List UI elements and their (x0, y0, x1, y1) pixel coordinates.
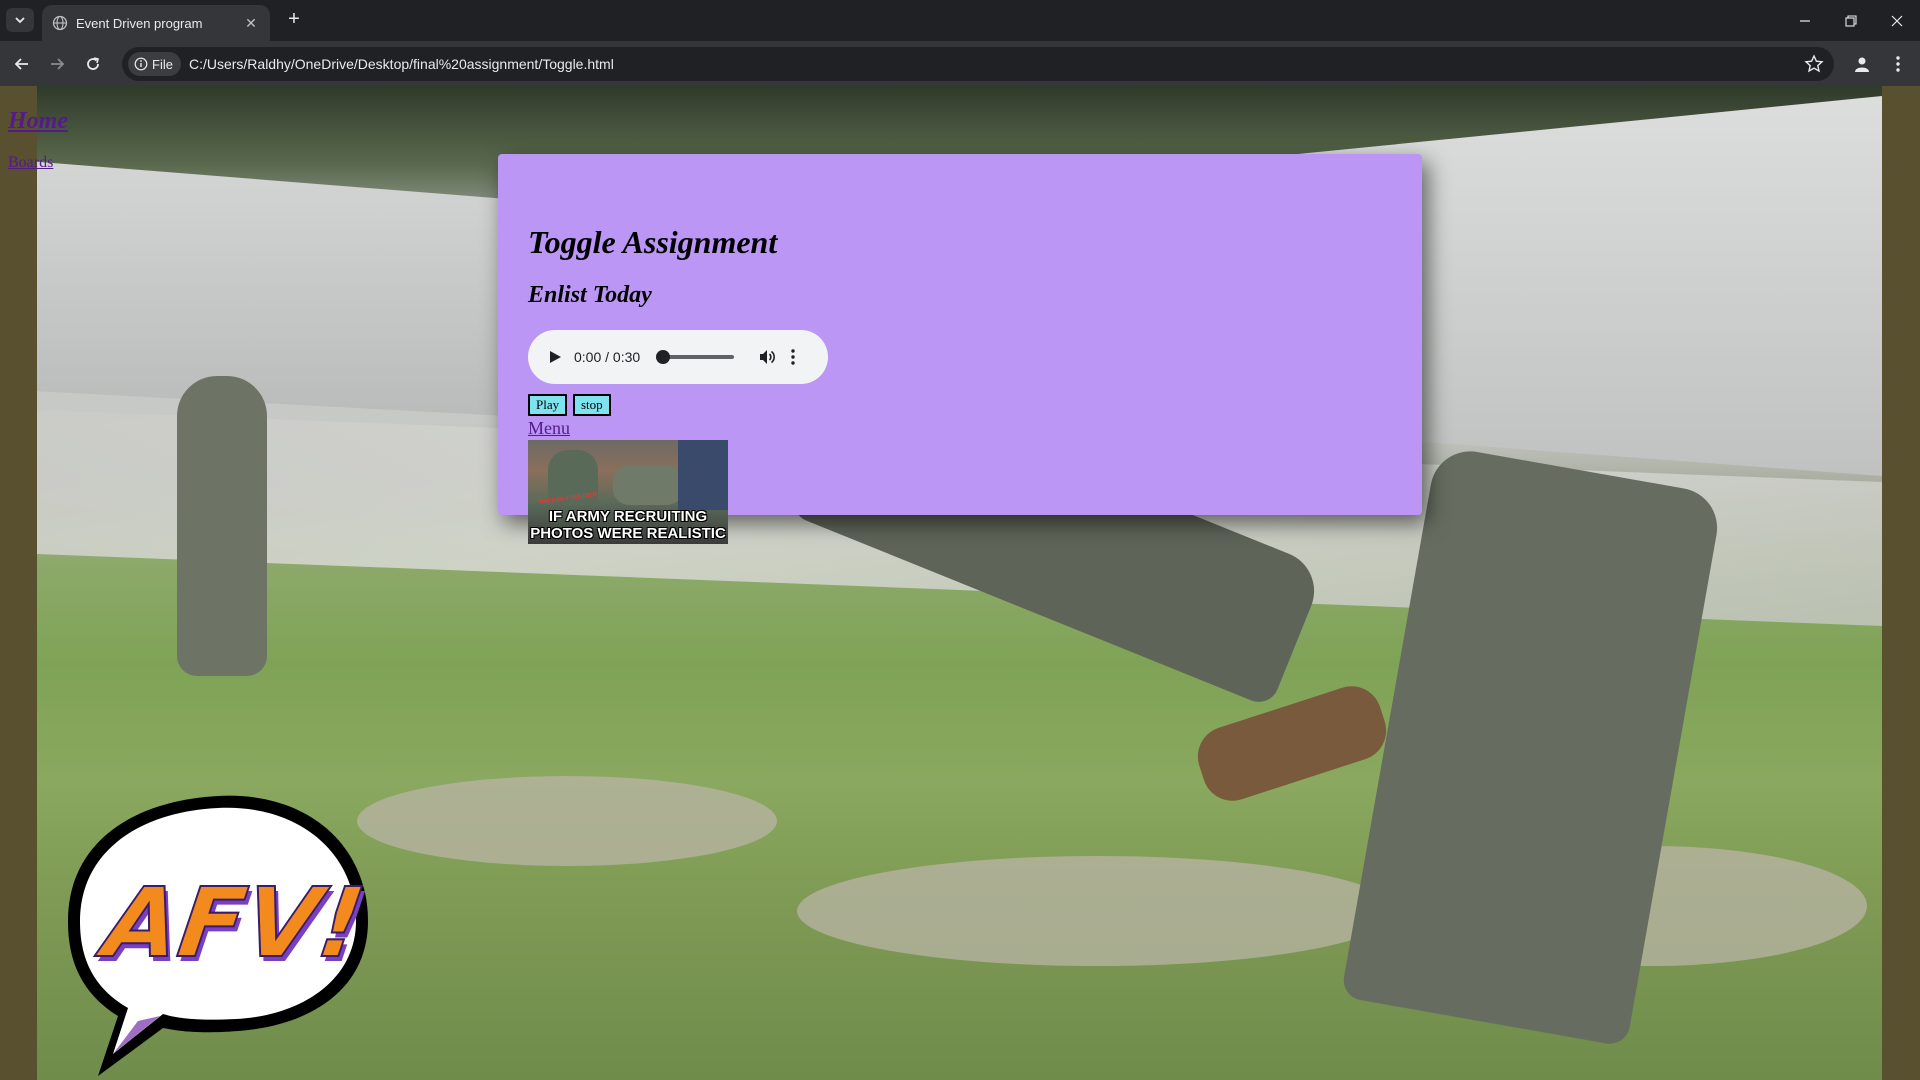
svg-text:AFV!: AFV! (91, 866, 372, 978)
meme-caption: IF ARMY RECRUITING PHOTOS WERE REALISTIC (530, 508, 726, 542)
close-icon (1891, 15, 1903, 26)
arrow-left-icon (14, 58, 28, 70)
restore-icon (1845, 14, 1857, 27)
file-chip-label: File (152, 56, 173, 72)
back-button[interactable] (8, 50, 36, 78)
minimize-icon (1800, 19, 1810, 22)
afv-logo: AFV! AFV! (68, 795, 375, 1076)
menu-link[interactable]: Menu (528, 418, 570, 439)
forward-button[interactable] (43, 50, 71, 78)
close-window-button[interactable] (1874, 0, 1920, 41)
new-tab-button[interactable]: + (282, 8, 306, 32)
stop-button[interactable]: stop (573, 394, 611, 416)
chevron-down-icon (15, 17, 25, 24)
minimize-button[interactable] (1782, 0, 1828, 41)
tab-search-button[interactable] (6, 8, 34, 32)
more-vert-icon[interactable] (790, 348, 796, 366)
tab-close-icon[interactable]: ✕ (242, 15, 260, 32)
page-subtitle: Enlist Today (528, 282, 652, 308)
browser-menu-button[interactable] (1884, 50, 1912, 78)
arrow-right-icon (51, 58, 65, 70)
page-title: Toggle Assignment (528, 224, 778, 260)
reload-icon (87, 57, 99, 70)
tab-strip: Event Driven program ✕ + (0, 0, 1920, 41)
browser-toolbar: File C:/Users/Raldhy/OneDrive/Desktop/fi… (0, 41, 1920, 86)
more-vert-icon (1896, 56, 1900, 72)
seek-thumb[interactable] (656, 350, 671, 364)
play-button[interactable]: Play (528, 394, 568, 416)
background-building-left (37, 161, 507, 416)
site-info-chip[interactable]: File (128, 52, 181, 76)
globe-icon (52, 15, 68, 31)
page-viewport: Home Boards Toggle Assignment Enlist Tod… (0, 86, 1920, 1080)
home-link[interactable]: Home (8, 108, 68, 135)
tab-title: Event Driven program (76, 15, 203, 31)
meme-soldier (613, 465, 683, 505)
info-icon (134, 57, 148, 71)
url-text[interactable]: C:/Users/Raldhy/OneDrive/Desktop/final%2… (189, 56, 614, 72)
boards-link[interactable]: Boards (8, 154, 53, 172)
address-bar[interactable]: File C:/Users/Raldhy/OneDrive/Desktop/fi… (122, 47, 1834, 81)
mud-puddle (357, 776, 777, 866)
bookmark-star-icon[interactable] (1804, 54, 1824, 74)
mud-puddle (797, 856, 1397, 966)
audio-seek-slider[interactable] (656, 350, 735, 364)
reload-button[interactable] (79, 50, 107, 78)
recruiting-meme-image[interactable]: THE DAILY SOLDIER IF ARMY RECRUITING PHO… (528, 440, 728, 544)
profile-icon (1855, 57, 1869, 72)
soldier-figure (177, 376, 267, 676)
volume-icon[interactable] (758, 348, 776, 366)
browser-tab[interactable]: Event Driven program ✕ (42, 5, 270, 41)
play-icon[interactable] (548, 350, 562, 364)
profile-button[interactable] (1848, 50, 1876, 78)
meme-background (678, 440, 728, 510)
boot (1190, 678, 1394, 809)
audio-time: 0:00 / 0:30 (574, 349, 641, 365)
restore-button[interactable] (1828, 0, 1874, 41)
audio-player: 0:00 / 0:30 (528, 330, 828, 384)
